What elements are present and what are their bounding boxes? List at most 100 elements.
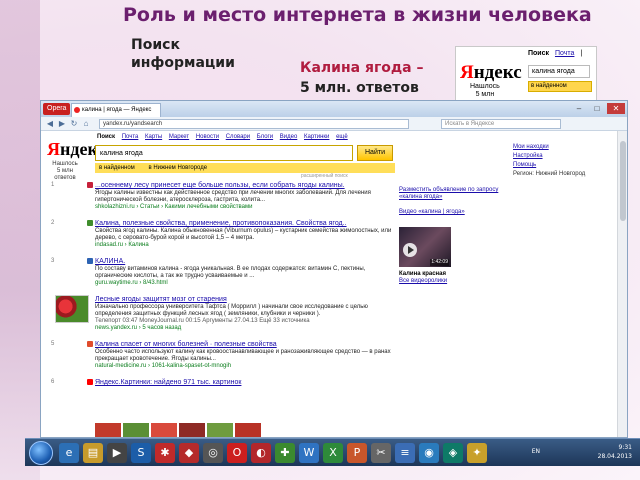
minimize-icon[interactable]: – [571, 103, 587, 114]
result-title[interactable]: Калина спасет от многих болезней · полез… [95, 340, 400, 349]
result-text: Свойства ягод калины. Калина обыкновенна… [95, 228, 392, 241]
result-title[interactable]: КАЛИНА. [95, 257, 400, 266]
snippet-found: Нашлось 5 млн [470, 83, 500, 98]
app-icon[interactable]: ✦ [467, 443, 487, 463]
video-caption-block: Калина красная Все видеоролики [399, 271, 509, 285]
result-text: Изначально профессора университета Тафтс… [95, 304, 368, 317]
result-url[interactable]: shkolazhizni.ru › Статьи › Какими лечебн… [95, 204, 400, 211]
start-button[interactable] [29, 441, 53, 465]
service-search[interactable]: Поиск [97, 134, 115, 140]
service-blogs[interactable]: Блоги [257, 134, 273, 140]
video-caption[interactable]: Калина красная [399, 271, 509, 278]
place-ad-link[interactable]: Разместить объявление по запросу «калина… [399, 187, 509, 201]
snippet-links: Поиск Почта | [528, 50, 586, 57]
search-input[interactable]: калина ягода [95, 145, 353, 161]
opera-icon[interactable]: O [227, 443, 247, 463]
app-icon[interactable]: ◈ [443, 443, 463, 463]
yandex-snippet: Поиск Почта | Яндекс Нашлось 5 млн калин… [455, 46, 597, 102]
app-icon[interactable]: ≡ [395, 443, 415, 463]
result-title[interactable]: Калина, полезные свойства, применение, п… [95, 219, 400, 228]
service-video[interactable]: Видео [280, 134, 298, 140]
opera-menu-button[interactable]: Opera [43, 103, 71, 115]
slide-note-line2: 5 млн. ответов [300, 80, 419, 96]
image-result-thumbnail[interactable] [123, 423, 149, 437]
excel-icon[interactable]: X [323, 443, 343, 463]
site-favicon-icon [87, 341, 93, 347]
side-link-help[interactable]: Помощь [513, 161, 585, 170]
video-block-title[interactable]: Видео «калина | ягода» [399, 209, 509, 216]
explorer-icon[interactable]: ▤ [83, 443, 103, 463]
side-link-finds[interactable]: Мои находки [513, 143, 585, 152]
word-icon[interactable]: W [299, 443, 319, 463]
address-bar[interactable]: yandex.ru/yandsearch [99, 119, 409, 129]
close-icon[interactable]: ✕ [607, 103, 625, 114]
app-icon[interactable]: ◉ [419, 443, 439, 463]
home-icon[interactable]: ⌂ [81, 119, 91, 129]
result-item: 2 Калина, полезные свойства, применение,… [51, 219, 400, 249]
result-title[interactable]: Лесные ягоды защитят мозг от старения [95, 295, 400, 304]
back-icon[interactable]: ◀ [45, 119, 55, 129]
app-icon[interactable]: ◆ [179, 443, 199, 463]
service-images[interactable]: Картинки [304, 134, 329, 140]
powerpoint-icon[interactable]: P [347, 443, 367, 463]
service-market[interactable]: Маркет [169, 134, 189, 140]
slide-note: Калина ягода – 5 млн. ответов [300, 58, 450, 98]
result-url[interactable]: guru.waytime.ru › 8/43.html [95, 280, 400, 287]
image-result-thumbnail[interactable] [179, 423, 205, 437]
play-icon[interactable] [403, 243, 417, 257]
image-result-thumbnail[interactable] [235, 423, 261, 437]
reload-icon[interactable]: ↻ [69, 119, 79, 129]
video-thumbnail[interactable]: 1:42:09 [399, 227, 451, 267]
skype-icon[interactable]: S [131, 443, 151, 463]
result-title[interactable]: ...осеннему лесу принесет еще больше пол… [95, 181, 400, 190]
result-item: 6 Яндекс.Картинки: найдено 971 тыс. карт… [51, 378, 400, 387]
scrollbar-thumb[interactable] [620, 141, 626, 221]
result-url[interactable]: natural-medicine.ru › 1061-kalina-spaset… [95, 363, 400, 370]
header-side-links: Мои находки Настройка Помощь Регион: Ниж… [513, 143, 585, 179]
media-icon[interactable]: ▶ [107, 443, 127, 463]
app-icon[interactable]: ✱ [155, 443, 175, 463]
result-text: По составу витаминов калина - ягода уник… [95, 266, 366, 279]
image-result-thumbnail[interactable] [151, 423, 177, 437]
service-news[interactable]: Новости [196, 134, 219, 140]
results-list: 1 ...осеннему лесу принесет еще больше п… [51, 181, 400, 395]
snippet-link-search[interactable]: Поиск [528, 50, 549, 57]
ie-icon[interactable]: e [59, 443, 79, 463]
option-in-found[interactable]: в найденном [99, 165, 135, 171]
result-item: 5 Калина спасет от многих болезней · пол… [51, 340, 400, 370]
service-more[interactable]: ещё [336, 134, 348, 140]
advanced-search-link[interactable]: расширенный поиск [301, 173, 348, 179]
service-mail[interactable]: Почта [122, 134, 139, 140]
app-icon[interactable]: ◎ [203, 443, 223, 463]
maximize-icon[interactable]: □ [589, 103, 605, 114]
snippet-link-mail[interactable]: Почта [555, 50, 574, 57]
strawberry-thumbnail[interactable] [55, 295, 89, 323]
find-button[interactable]: Найти [357, 145, 393, 161]
image-result-thumbnail[interactable] [207, 423, 233, 437]
result-url[interactable]: indasad.ru › Калина [95, 242, 400, 249]
result-text: Особенно часто используют калину как кро… [95, 349, 391, 362]
browser-search-field[interactable]: Искать в Яндексе [441, 119, 561, 129]
result-url[interactable]: news.yandex.ru › 5 часов назад [95, 325, 400, 332]
image-result-thumbnail[interactable] [95, 423, 121, 437]
result-title[interactable]: Яндекс.Картинки: найдено 971 тыс. картин… [95, 378, 400, 387]
snippet-option[interactable]: в найденном [528, 81, 592, 92]
system-clock[interactable]: 9:31 28.04.2013 [598, 443, 632, 461]
side-link-settings[interactable]: Настройка [513, 152, 585, 161]
app-icon[interactable]: ✚ [275, 443, 295, 463]
option-region[interactable]: в Нижнем Новгороде [148, 165, 207, 171]
browser-toolbar: ◀ ▶ ↻ ⌂ yandex.ru/yandsearch Искать в Ян… [41, 117, 627, 131]
scrollbar[interactable] [617, 131, 627, 437]
service-maps[interactable]: Карты [145, 134, 162, 140]
search-options: в найденном в Нижнем Новгороде [95, 163, 395, 173]
slide-note-line1: Калина ягода – [300, 60, 424, 76]
app-icon[interactable]: ✂ [371, 443, 391, 463]
forward-icon[interactable]: ▶ [57, 119, 67, 129]
language-indicator[interactable]: EN [532, 448, 540, 455]
all-videos-link[interactable]: Все видеоролики [399, 278, 509, 285]
snippet-search-input[interactable]: калина ягода [528, 65, 590, 78]
browser-tab[interactable]: калина | ягода — Яндекс [71, 103, 161, 117]
service-dictionaries[interactable]: Словари [226, 134, 250, 140]
app-icon[interactable]: ◐ [251, 443, 271, 463]
snippet-separator: | [580, 50, 583, 57]
